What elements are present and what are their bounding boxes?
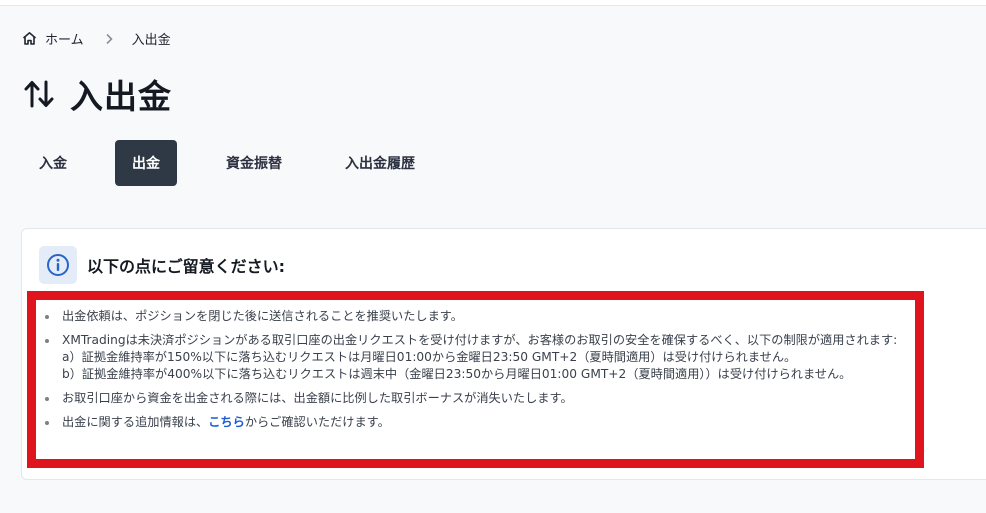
- list-item: お取引口座から資金を出金される際には、出金額に比例した取引ボーナスが消失いたしま…: [40, 390, 910, 407]
- home-icon[interactable]: [22, 31, 37, 46]
- notice-panel: 以下の点にご留意ください: 出金依頼は、ポジションを閉じた後に送信されることを推…: [21, 228, 986, 480]
- info-circle-icon: [39, 246, 77, 284]
- page-title: 入出金: [70, 77, 172, 116]
- notice-item-suffix: からご確認いただけます。: [244, 415, 390, 429]
- notice-subitem-a: a）証拠金維持率が150%以下に落ち込むリクエストは月曜日01:00から金曜日2…: [62, 350, 797, 364]
- notice-item-prefix: 出金に関する追加情報は、: [62, 415, 209, 429]
- notice-title: 以下の点にご留意ください:: [87, 257, 286, 276]
- notice-subitem-b: b）証拠金維持率が400%以下に落ち込むリクエストは週末中（金曜日23:50から…: [62, 367, 852, 381]
- breadcrumb: ホーム 入出金: [22, 29, 171, 48]
- list-item: XMTradingは未決済ポジションがある取引口座の出金リクエストを受け付けます…: [40, 332, 910, 383]
- tab-withdrawal[interactable]: 出金: [115, 140, 177, 186]
- tab-deposit[interactable]: 入金: [20, 140, 86, 186]
- tab-history[interactable]: 入出金履歴: [330, 140, 430, 186]
- highlight-frame: 出金依頼は、ポジションを閉じた後に送信されることを推奨いたします。 XMTrad…: [27, 291, 924, 468]
- tab-fund-transfer[interactable]: 資金振替: [210, 140, 298, 186]
- notice-item-text: お取引口座から資金を出金される際には、出金額に比例した取引ボーナスが消失いたしま…: [62, 391, 573, 405]
- breadcrumb-home-link[interactable]: ホーム: [45, 29, 84, 48]
- chevron-right-icon: [104, 33, 114, 45]
- top-bar: [0, 0, 986, 6]
- list-item: 出金依頼は、ポジションを閉じた後に送信されることを推奨いたします。: [40, 308, 910, 325]
- list-item: 出金に関する追加情報は、こちらからご確認いただけます。: [40, 414, 910, 431]
- notice-item-text: 出金依頼は、ポジションを閉じた後に送信されることを推奨いたします。: [62, 309, 463, 323]
- page-header: 入出金: [22, 70, 172, 118]
- notice-item-text: XMTradingは未決済ポジションがある取引口座の出金リクエストを受け付けます…: [62, 333, 898, 347]
- arrows-up-down-icon: [22, 77, 56, 111]
- breadcrumb-current: 入出金: [131, 33, 171, 48]
- notice-header: 以下の点にご留意ください:: [39, 246, 285, 284]
- more-info-link[interactable]: こちら: [208, 415, 245, 429]
- notice-list: 出金依頼は、ポジションを閉じた後に送信されることを推奨いたします。 XMTrad…: [40, 308, 910, 438]
